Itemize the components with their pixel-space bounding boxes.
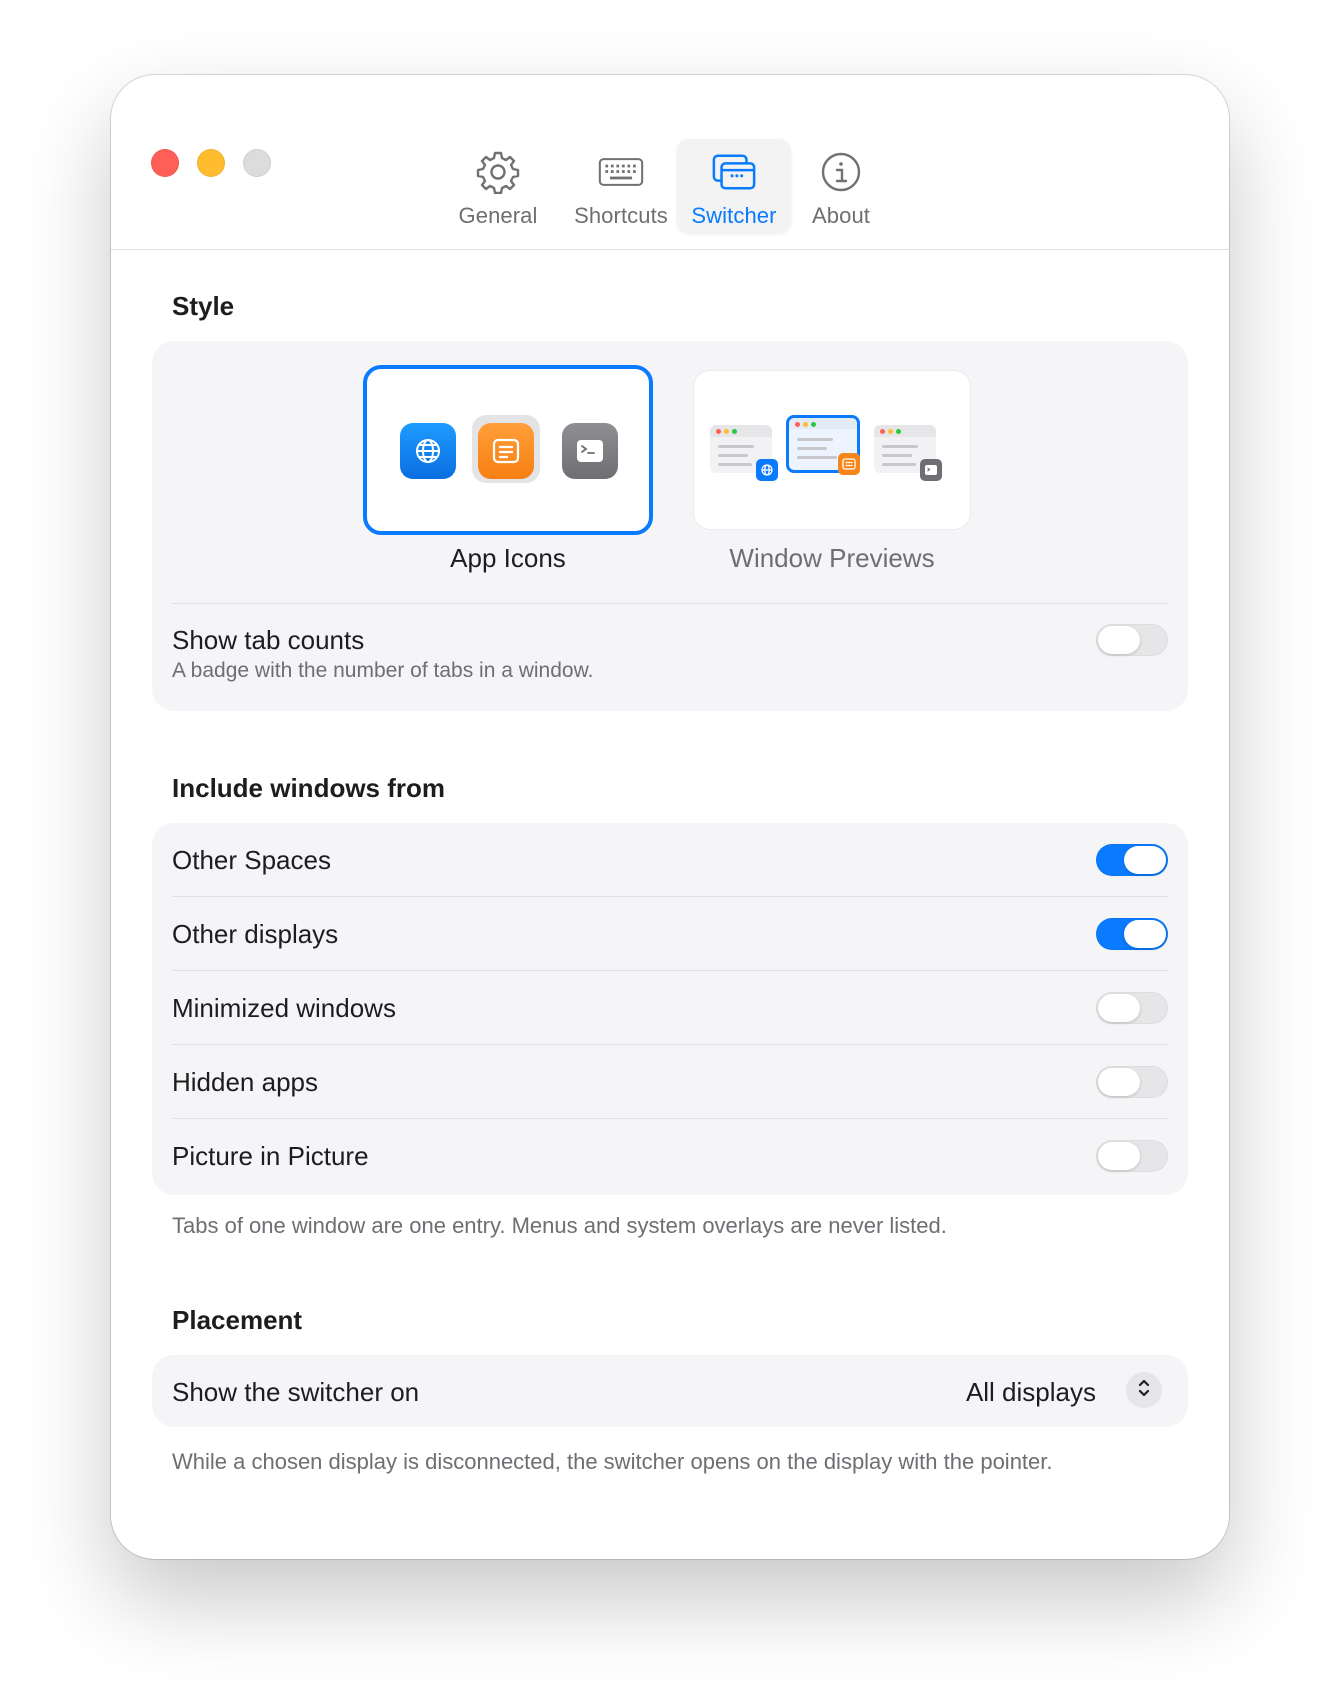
terminal-icon [562, 423, 618, 479]
globe-icon [756, 459, 778, 481]
row-picture-in-picture: Picture in Picture [172, 1119, 1168, 1192]
toggle-other-displays[interactable] [1096, 918, 1168, 950]
row-label: Other Spaces [172, 845, 331, 875]
row-label: Picture in Picture [172, 1141, 369, 1171]
section-title-placement: Placement [172, 1305, 303, 1335]
chevron-up-down-icon [1137, 1378, 1151, 1403]
toolbar-divider [111, 249, 1229, 250]
row-label: Show tab counts [172, 625, 365, 655]
section-title-style: Style [172, 291, 235, 321]
display-select-stepper[interactable] [1126, 1372, 1162, 1408]
tab-shortcuts[interactable]: Shortcuts [553, 139, 689, 233]
row-other-spaces: Other Spaces [172, 823, 1168, 896]
toggle-minimized-windows[interactable] [1096, 992, 1168, 1024]
row-label: Hidden apps [172, 1067, 318, 1097]
row-minimized-windows: Minimized windows [172, 971, 1168, 1044]
tab-about[interactable]: About [791, 139, 891, 233]
tab-label: About [812, 203, 870, 228]
placement-footnote: While a chosen display is disconnected, … [172, 1449, 1053, 1474]
style-card: App Icons Window Previews Show tab count… [152, 341, 1188, 711]
toggle-other-spaces[interactable] [1096, 844, 1168, 876]
document-icon [478, 423, 534, 479]
row-show-tab-counts: Show tab counts A badge with the number … [172, 603, 1168, 711]
row-label: Minimized windows [172, 993, 396, 1023]
row-label: Show the switcher on [172, 1377, 420, 1407]
windows-icon [711, 149, 757, 195]
settings-window: General Shortcuts Switcher About Style A… [111, 75, 1229, 1559]
globe-icon [400, 423, 456, 479]
style-option-window-previews-label: Window Previews [729, 543, 935, 573]
tab-label: Shortcuts [574, 203, 668, 228]
row-description: A badge with the number of tabs in a win… [172, 659, 594, 682]
placement-card: Show the switcher on All displays [152, 1355, 1188, 1427]
section-title-include: Include windows from [172, 773, 446, 803]
info-icon [818, 149, 864, 195]
style-option-window-previews[interactable] [694, 371, 970, 529]
row-hidden-apps: Hidden apps [172, 1045, 1168, 1118]
row-label: Other displays [172, 919, 339, 949]
tab-label: General [458, 203, 538, 228]
tab-general[interactable]: General [443, 139, 553, 233]
include-footnote: Tabs of one window are one entry. Menus … [172, 1213, 947, 1238]
tab-label: Switcher [691, 203, 777, 228]
style-option-app-icons[interactable] [363, 365, 653, 535]
toolbar: General Shortcuts Switcher About [111, 139, 1229, 239]
include-card: Other Spaces Other displays Minimized wi… [152, 823, 1188, 1195]
terminal-icon [920, 459, 942, 481]
row-other-displays: Other displays [172, 897, 1168, 970]
display-select-value[interactable]: All displays [966, 1377, 1096, 1408]
tab-switcher[interactable]: Switcher [677, 139, 791, 233]
toggle-show-tab-counts[interactable] [1096, 624, 1168, 656]
toggle-hidden-apps[interactable] [1096, 1066, 1168, 1098]
toggle-picture-in-picture[interactable] [1096, 1140, 1168, 1172]
style-option-app-icons-label: App Icons [450, 543, 566, 573]
gear-icon [475, 149, 521, 195]
document-icon [838, 453, 860, 475]
keyboard-icon [598, 149, 644, 195]
